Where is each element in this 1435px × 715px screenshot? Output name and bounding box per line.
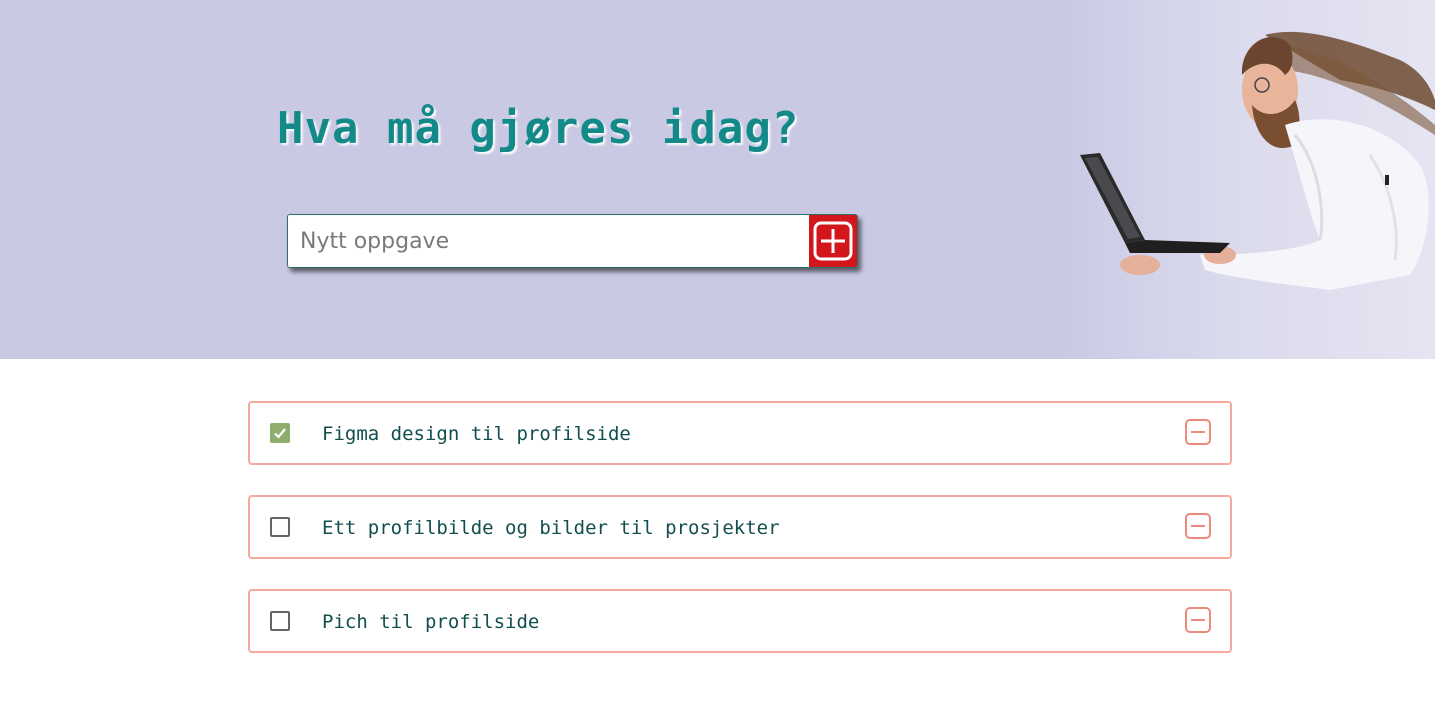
page-title: Hva må gjøres idag? <box>277 103 800 154</box>
task-label: Pich til profilside <box>322 611 540 633</box>
task-item: Figma design til profilside <box>248 401 1232 465</box>
remove-task-button[interactable] <box>1185 607 1211 633</box>
add-task-button[interactable] <box>809 215 857 267</box>
task-list: Figma design til profilside Ett profilbi… <box>248 401 1232 683</box>
remove-task-button[interactable] <box>1185 513 1211 539</box>
plus-icon <box>813 221 853 261</box>
new-task-form <box>287 214 858 268</box>
task-item: Pich til profilside <box>248 589 1232 653</box>
new-task-input[interactable] <box>288 215 809 267</box>
task-label: Ett profilbilde og bilder til prosjekter <box>322 517 780 539</box>
task-checkbox[interactable] <box>270 611 290 631</box>
man-with-laptop-illustration <box>1080 31 1435 290</box>
task-checkbox[interactable] <box>270 517 290 537</box>
checkmark-icon <box>274 428 286 439</box>
task-checkbox[interactable] <box>270 423 290 443</box>
remove-task-button[interactable] <box>1185 419 1211 445</box>
hero-header: Hva må gjøres idag? <box>0 0 1435 359</box>
task-label: Figma design til profilside <box>322 423 631 445</box>
task-item: Ett profilbilde og bilder til prosjekter <box>248 495 1232 559</box>
